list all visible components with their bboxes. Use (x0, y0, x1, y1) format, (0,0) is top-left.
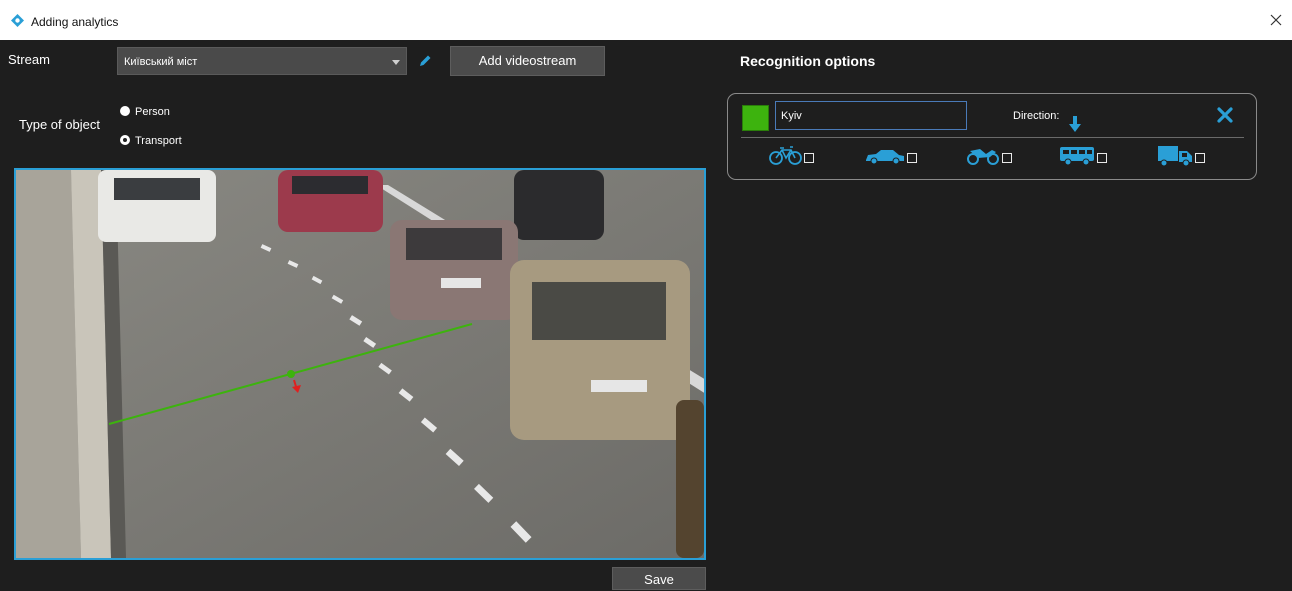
arrow-down-icon[interactable] (1068, 116, 1082, 134)
zone-name-input[interactable] (775, 101, 967, 130)
video-scene (16, 170, 704, 558)
pencil-icon[interactable] (417, 53, 433, 69)
remove-zone-icon[interactable] (1217, 107, 1233, 123)
recognition-options-title: Recognition options (740, 53, 876, 69)
recognition-zone-card: Direction: (727, 93, 1257, 180)
divider (741, 137, 1244, 138)
stream-selected-value: Київський міст (124, 56, 198, 68)
title-bar: Adding analytics (0, 0, 1292, 40)
bus-icon (1060, 147, 1094, 166)
radio-transport-label: Transport (135, 135, 182, 147)
app-logo-icon (11, 14, 24, 27)
radio-button-icon (120, 106, 130, 116)
bus-checkbox[interactable] (1097, 153, 1107, 163)
truck-checkbox[interactable] (1195, 153, 1205, 163)
stream-label: Stream (8, 52, 50, 67)
chevron-down-icon (392, 60, 400, 65)
radio-person[interactable]: Person (120, 105, 170, 119)
radio-person-label: Person (135, 106, 170, 118)
direction-label: Direction: (1013, 110, 1060, 122)
car-icon (866, 150, 904, 165)
type-of-object-label: Type of object (19, 117, 100, 132)
motorcycle-checkbox[interactable] (1002, 153, 1012, 163)
add-videostream-button[interactable]: Add videostream (450, 46, 605, 76)
save-button[interactable]: Save (612, 567, 706, 590)
window-title: Adding analytics (31, 15, 119, 29)
close-icon[interactable] (1268, 12, 1284, 28)
bicycle-checkbox[interactable] (804, 153, 814, 163)
car-checkbox[interactable] (907, 153, 917, 163)
motorcycle-icon (967, 149, 999, 165)
bicycle-icon (769, 146, 802, 165)
radio-button-selected-icon (120, 135, 130, 145)
stream-dropdown[interactable]: Київський міст (117, 47, 407, 75)
truck-icon (1158, 146, 1192, 167)
radio-transport[interactable]: Transport (120, 134, 182, 148)
video-preview[interactable] (14, 168, 706, 560)
zone-color-swatch[interactable] (742, 105, 769, 131)
